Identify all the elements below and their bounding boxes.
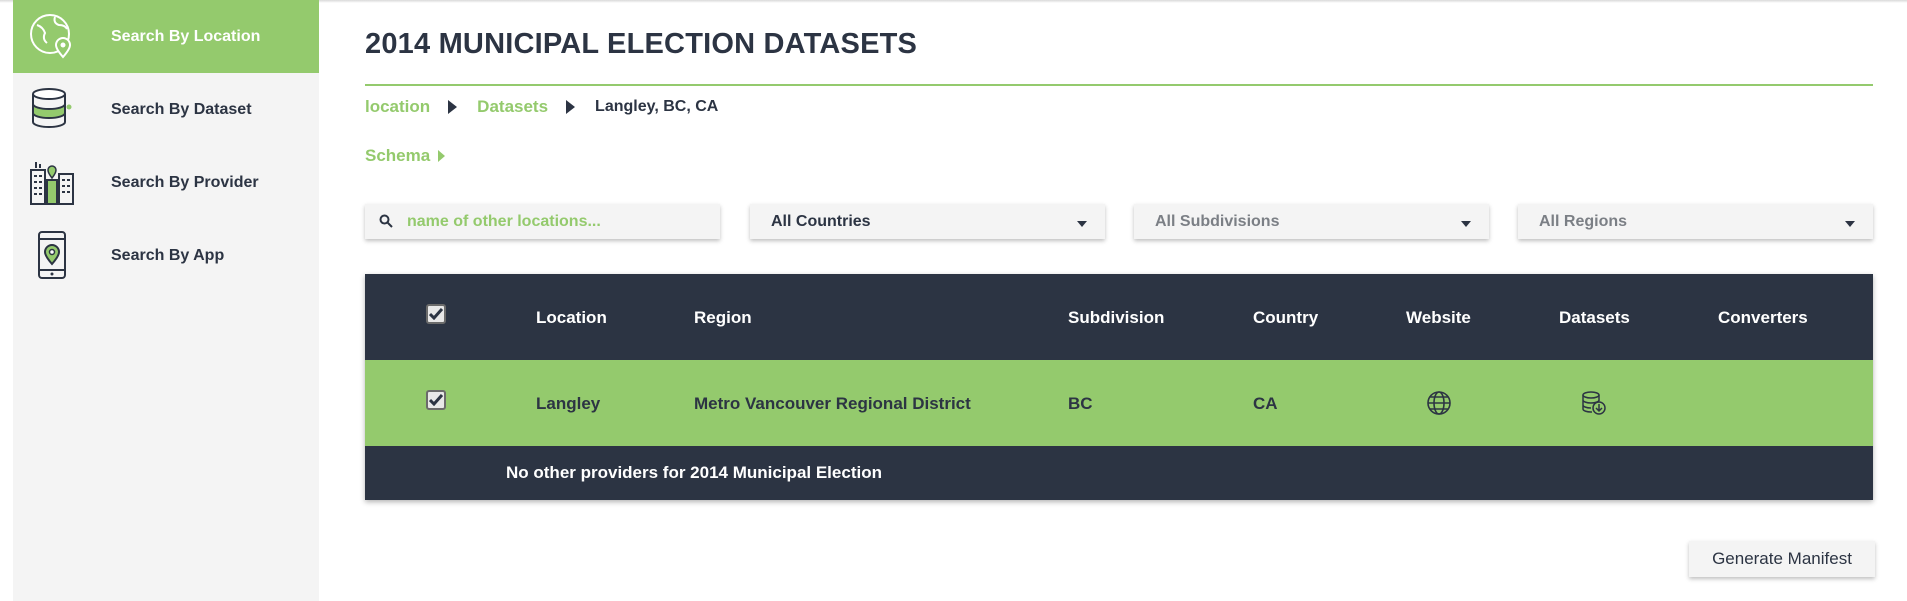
generate-manifest-button[interactable]: Generate Manifest [1689, 541, 1875, 577]
cell-region: Metro Vancouver Regional District [694, 394, 971, 413]
database-download-icon[interactable] [1581, 390, 1607, 416]
phone-location-icon [27, 230, 77, 280]
chevron-down-icon [1461, 221, 1471, 227]
sidebar-item-search-by-dataset[interactable]: Search By Dataset [13, 73, 319, 146]
column-header-region[interactable]: Region [694, 308, 752, 328]
buildings-icon [27, 157, 77, 207]
sidebar-item-search-by-app[interactable]: Search By App [13, 219, 319, 292]
globe-icon[interactable] [1426, 390, 1452, 416]
select-all-checkbox[interactable] [426, 304, 446, 324]
chevron-down-icon [1845, 221, 1855, 227]
sidebar-item-label: Search By Dataset [111, 100, 252, 118]
title-divider [365, 84, 1873, 86]
column-header-subdivision[interactable]: Subdivision [1068, 308, 1164, 328]
region-select-value: All Regions [1539, 212, 1628, 230]
sidebar-item-label: Search By Provider [111, 173, 259, 191]
row-checkbox[interactable] [426, 390, 446, 410]
chevron-right-icon [566, 100, 576, 114]
country-select-value: All Countries [771, 212, 871, 230]
table-footer: No other providers for 2014 Municipal El… [365, 446, 1873, 500]
sidebar-item-search-by-location[interactable]: Search By Location [13, 0, 319, 73]
location-search-input[interactable] [405, 211, 709, 232]
schema-label: Schema [365, 146, 431, 165]
sidebar-item-label: Search By App [111, 246, 225, 264]
caret-right-icon [438, 150, 446, 162]
region-select[interactable]: All Regions [1518, 204, 1873, 239]
column-header-converters[interactable]: Converters [1718, 308, 1808, 328]
chevron-down-icon [1077, 221, 1087, 227]
cell-subdivision: BC [1068, 394, 1093, 413]
sidebar-item-search-by-provider[interactable]: Search By Provider [13, 146, 319, 219]
subdivision-select[interactable]: All Subdivisions [1134, 204, 1489, 239]
breadcrumb-current: Langley, BC, CA [595, 98, 719, 115]
column-header-location[interactable]: Location [536, 308, 607, 328]
cell-country: CA [1253, 394, 1278, 413]
breadcrumb-location-link[interactable]: location [365, 97, 430, 117]
table-row[interactable]: Langley Metro Vancouver Regional Distric… [365, 360, 1873, 446]
sidebar: Search By Location Search By Dataset Sea… [13, 0, 319, 601]
table-header: Location Region Subdivision Country Webs… [365, 274, 1873, 360]
location-search [365, 204, 720, 239]
chevron-right-icon [448, 100, 458, 114]
database-icon [27, 84, 77, 134]
globe-location-icon [27, 11, 77, 61]
page-title: 2014 MUNICIPAL ELECTION DATASETS [365, 28, 918, 60]
breadcrumb: location Datasets Langley, BC, CA [365, 96, 718, 118]
column-header-datasets[interactable]: Datasets [1559, 308, 1630, 328]
no-providers-note: No other providers for 2014 Municipal El… [506, 463, 882, 482]
search-icon [379, 214, 393, 233]
schema-toggle[interactable]: Schema [365, 146, 446, 166]
subdivision-select-value: All Subdivisions [1155, 212, 1280, 230]
column-header-website[interactable]: Website [1406, 308, 1471, 328]
cell-location: Langley [536, 394, 601, 413]
column-header-country[interactable]: Country [1253, 308, 1318, 328]
sidebar-item-label: Search By Location [111, 27, 261, 45]
country-select[interactable]: All Countries [750, 204, 1105, 239]
locations-table: Location Region Subdivision Country Webs… [365, 274, 1873, 500]
breadcrumb-datasets-link[interactable]: Datasets [477, 97, 548, 117]
